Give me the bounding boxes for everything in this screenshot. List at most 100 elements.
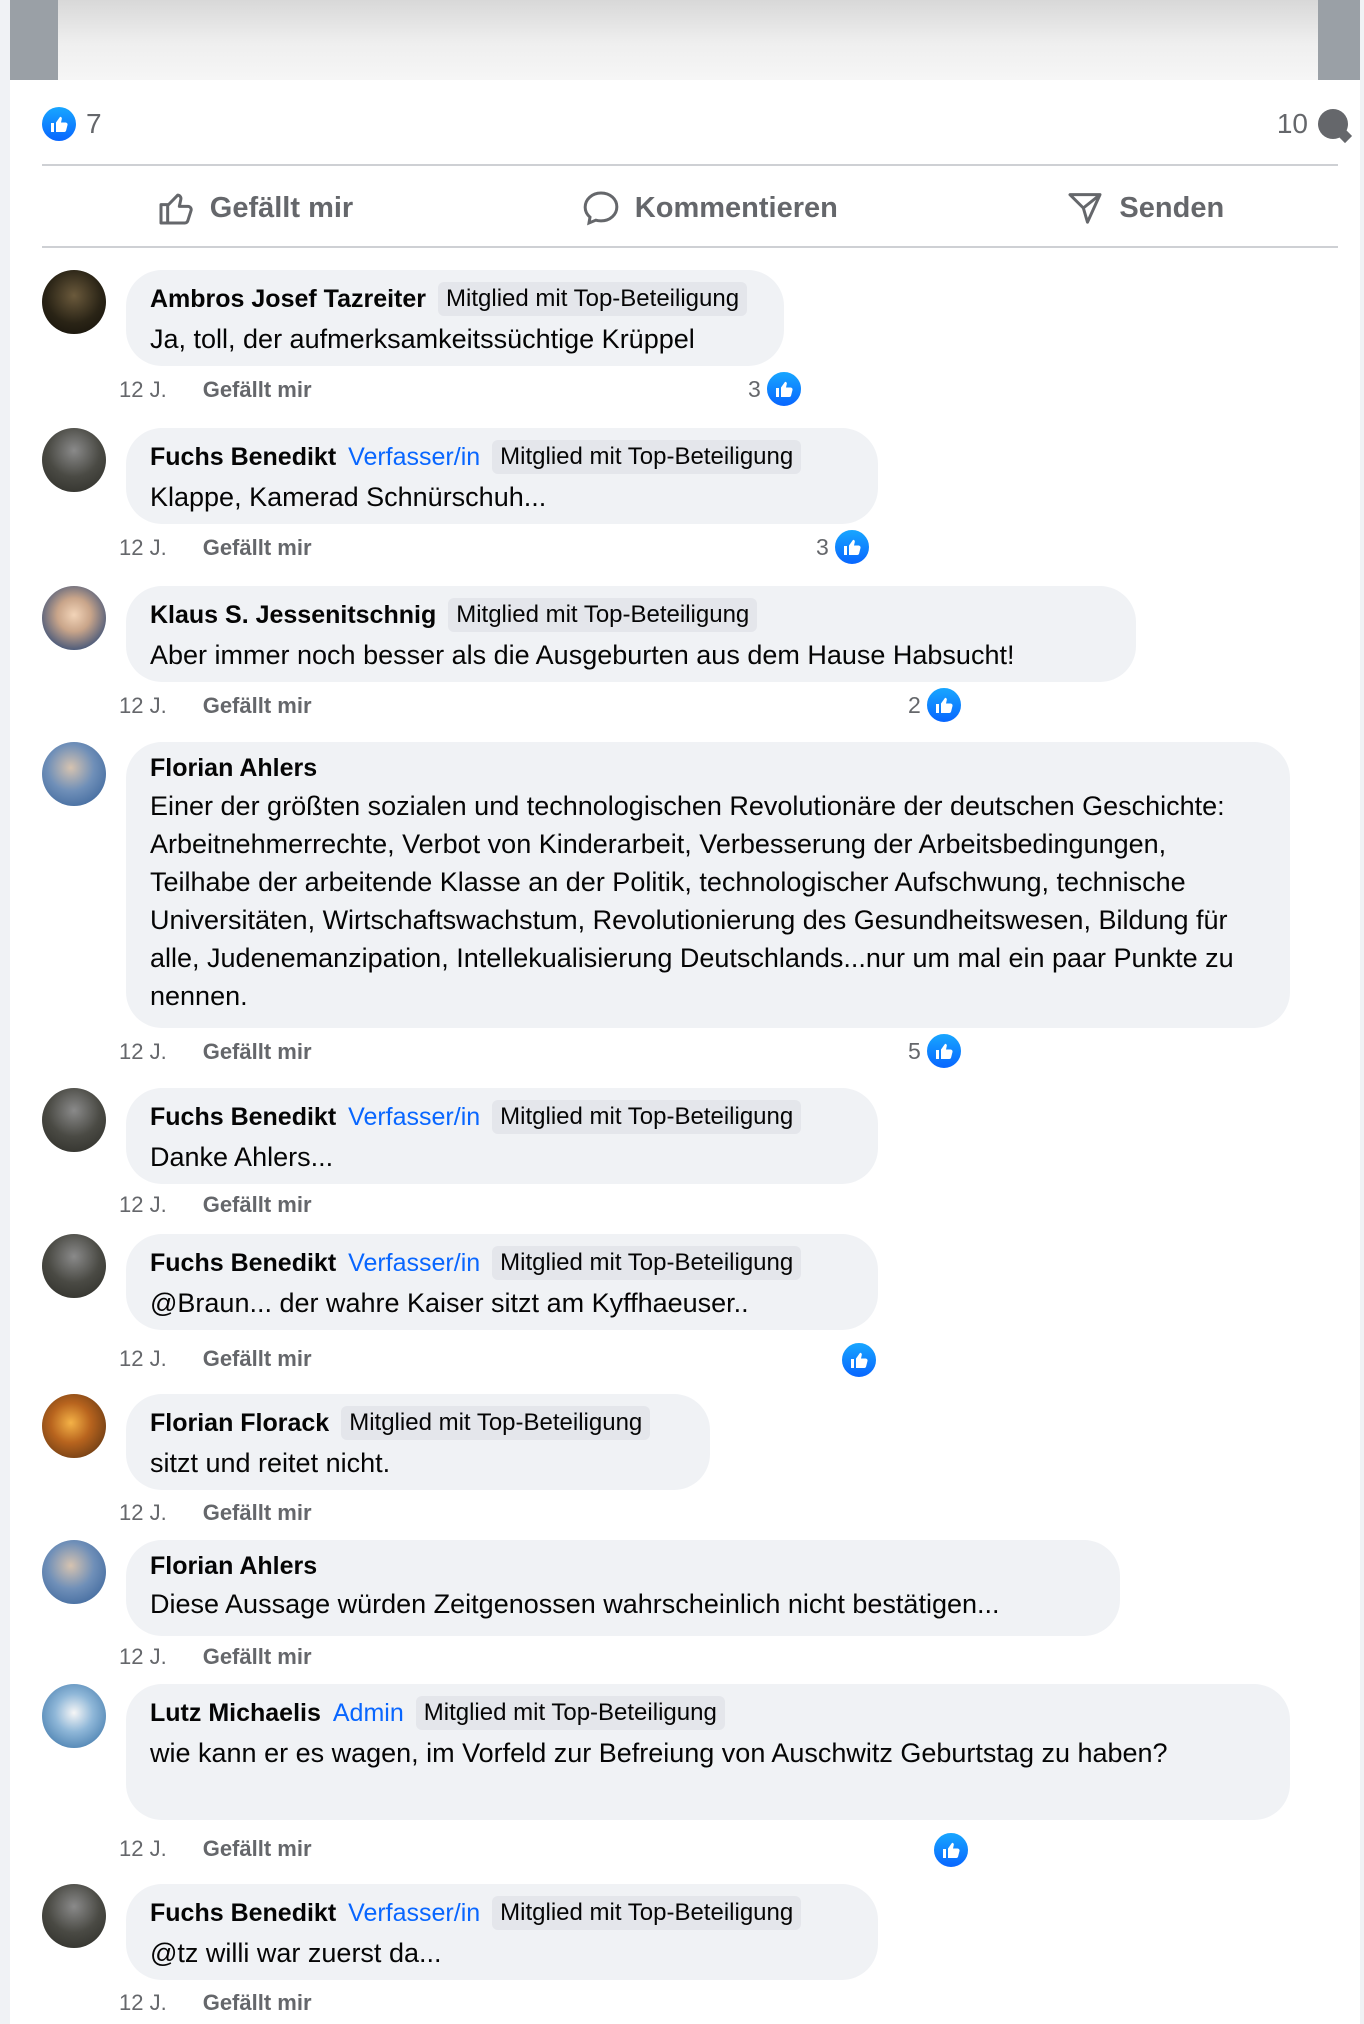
comment-reactions[interactable]: 5 — [908, 1032, 963, 1070]
comment-like-link[interactable]: Gefällt mir — [203, 693, 312, 719]
comment-like-link[interactable]: Gefällt mir — [203, 1500, 312, 1526]
comment-time[interactable]: 12 J. — [119, 1192, 167, 1218]
avatar[interactable] — [42, 742, 106, 806]
comment-meta: 12 J. Gefällt mir — [119, 1039, 312, 1065]
comment-author[interactable]: Florian Florack — [150, 1409, 329, 1438]
comment-like-link[interactable]: Gefällt mir — [203, 1836, 312, 1862]
member-badge[interactable]: Mitglied mit Top-Beteiligung — [448, 598, 758, 632]
avatar[interactable] — [42, 1394, 106, 1458]
comment-text: Aber immer noch besser als die Ausgeburt… — [150, 640, 1015, 670]
comment-author[interactable]: Fuchs Benedikt — [150, 1103, 336, 1132]
comment-reactions[interactable]: 2 — [908, 686, 963, 724]
like-reaction-icon — [42, 107, 76, 141]
comment-meta: 12 J. Gefällt mir — [119, 1990, 312, 2016]
comment-author[interactable]: Fuchs Benedikt — [150, 443, 336, 472]
comment-like-link[interactable]: Gefällt mir — [203, 535, 312, 561]
comment-time[interactable]: 12 J. — [119, 693, 167, 719]
like-reaction-icon — [924, 686, 963, 724]
member-badge[interactable]: Mitglied mit Top-Beteiligung — [492, 1896, 802, 1930]
comment-bubble: Florian Florack Mitglied mit Top-Beteili… — [126, 1394, 710, 1490]
thumbs-up-icon — [159, 193, 193, 225]
comment-summary[interactable]: 10 — [1277, 108, 1348, 140]
comment-author[interactable]: Ambros Josef Tazreiter — [150, 285, 426, 314]
comment-like-link[interactable]: Gefällt mir — [203, 377, 312, 403]
like-reaction-icon — [932, 1831, 970, 1869]
send-icon — [1068, 193, 1102, 224]
avatar[interactable] — [42, 1684, 106, 1748]
comment-time[interactable]: 12 J. — [119, 1644, 167, 1670]
like-reaction-icon — [764, 370, 803, 408]
comment-reactions[interactable]: 3 — [816, 528, 871, 566]
comment-author[interactable]: Florian Ahlers — [150, 1552, 317, 1581]
comment-time[interactable]: 12 J. — [119, 377, 167, 403]
post-image[interactable] — [10, 0, 1360, 80]
comment-time[interactable]: 12 J. — [119, 535, 167, 561]
member-badge[interactable]: Mitglied mit Top-Beteiligung — [492, 1246, 802, 1280]
comment-author[interactable]: Klaus S. Jessenitschnig — [150, 601, 436, 630]
post-stats: 7 10 — [42, 96, 1348, 152]
author-role: Verfasser/in — [348, 1102, 481, 1131]
avatar[interactable] — [42, 1884, 106, 1948]
comment-reactions[interactable] — [840, 1341, 878, 1379]
comment-bubble: Florian Ahlers Diese Aussage würden Zeit… — [126, 1540, 1120, 1636]
comment-button-label: Kommentieren — [634, 191, 838, 224]
comment-meta: 12 J. Gefällt mir — [119, 1836, 312, 1862]
like-button-label: Gefällt mir — [209, 191, 354, 224]
comment-time[interactable]: 12 J. — [119, 1346, 167, 1372]
member-badge[interactable]: Mitglied mit Top-Beteiligung — [415, 1696, 725, 1730]
send-button[interactable]: Senden — [1065, 188, 1224, 228]
comment-bubble: Fuchs Benedikt Verfasser/in Mitglied mit… — [126, 1234, 878, 1330]
member-badge[interactable]: Mitglied mit Top-Beteiligung — [438, 282, 748, 316]
comment-bubble: Florian Ahlers Einer der größten soziale… — [126, 742, 1290, 1028]
comment-author[interactable]: Fuchs Benedikt — [150, 1899, 336, 1928]
comment-author[interactable]: Fuchs Benedikt — [150, 1249, 336, 1278]
comment-text: @tz willi war zuerst da... — [150, 1938, 442, 1968]
avatar[interactable] — [42, 428, 106, 492]
comment-text: Einer der größten sozialen und technolog… — [150, 791, 1234, 1011]
like-reaction-icon — [832, 528, 871, 566]
comment-author[interactable]: Lutz Michaelis — [150, 1699, 321, 1728]
comment-button[interactable]: Kommentieren — [581, 188, 838, 228]
member-badge[interactable]: Mitglied mit Top-Beteiligung — [492, 1100, 802, 1134]
comment-meta: 12 J. Gefällt mir — [119, 377, 312, 403]
comment-like-link[interactable]: Gefällt mir — [203, 1039, 312, 1065]
comment-meta: 12 J. Gefällt mir — [119, 693, 312, 719]
comment-like-link[interactable]: Gefällt mir — [203, 1192, 312, 1218]
comment-meta: 12 J. Gefällt mir — [119, 1644, 312, 1670]
like-count: 7 — [86, 108, 102, 139]
comment-time[interactable]: 12 J. — [119, 1836, 167, 1862]
comment-meta: 12 J. Gefällt mir — [119, 1346, 312, 1372]
reaction-count: 3 — [816, 533, 829, 560]
divider — [42, 246, 1338, 248]
comment-reactions[interactable] — [932, 1831, 970, 1869]
avatar[interactable] — [42, 1540, 106, 1604]
comment-time[interactable]: 12 J. — [119, 1990, 167, 2016]
avatar[interactable] — [42, 586, 106, 650]
comment-reactions[interactable]: 3 — [748, 370, 803, 408]
comment-text: @Braun... der wahre Kaiser sitzt am Kyff… — [150, 1288, 749, 1318]
member-badge[interactable]: Mitglied mit Top-Beteiligung — [492, 440, 802, 474]
like-button[interactable]: Gefällt mir — [156, 188, 353, 228]
member-badge[interactable]: Mitglied mit Top-Beteiligung — [341, 1406, 651, 1440]
comment-like-link[interactable]: Gefällt mir — [203, 1644, 312, 1670]
like-summary[interactable]: 7 — [42, 107, 102, 141]
comment-author[interactable]: Florian Ahlers — [150, 754, 317, 783]
comment-icon — [1318, 109, 1348, 139]
comment-like-link[interactable]: Gefällt mir — [203, 1990, 312, 2016]
comment-bubble: Fuchs Benedikt Verfasser/in Mitglied mit… — [126, 1884, 878, 1980]
comment-bubble: Ambros Josef Tazreiter Mitglied mit Top-… — [126, 270, 784, 366]
avatar[interactable] — [42, 1234, 106, 1298]
comment-like-link[interactable]: Gefällt mir — [203, 1346, 312, 1372]
avatar[interactable] — [42, 270, 106, 334]
author-role: Admin — [332, 1698, 404, 1727]
avatar[interactable] — [42, 1088, 106, 1152]
comment-meta: 12 J. Gefällt mir — [119, 1192, 312, 1218]
divider — [42, 164, 1338, 166]
comment-text: wie kann er es wagen, im Vorfeld zur Bef… — [150, 1738, 1168, 1768]
author-role: Verfasser/in — [348, 442, 481, 471]
comment-time[interactable]: 12 J. — [119, 1500, 167, 1526]
comment-time[interactable]: 12 J. — [119, 1039, 167, 1065]
comment-bubble: Klaus S. Jessenitschnig Mitglied mit Top… — [126, 586, 1136, 682]
reaction-count: 5 — [908, 1037, 921, 1064]
comment-bubble: Lutz Michaelis Admin Mitglied mit Top-Be… — [126, 1684, 1290, 1820]
